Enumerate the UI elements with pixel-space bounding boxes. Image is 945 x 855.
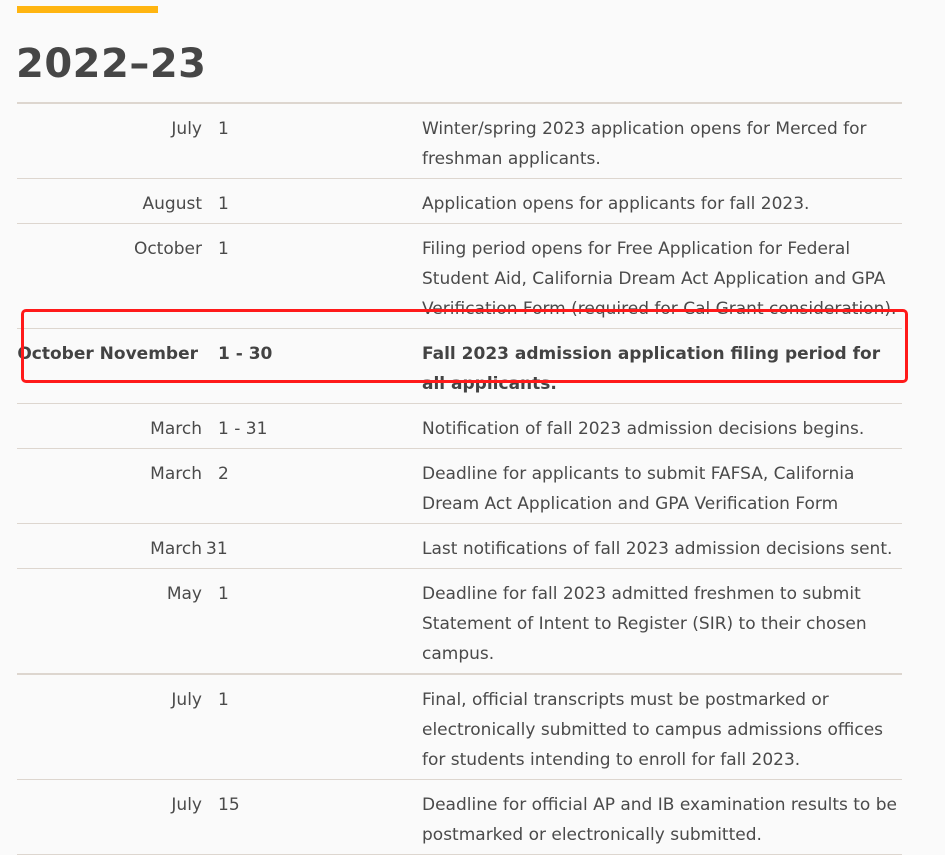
row-day: 1 xyxy=(202,568,403,675)
row-description: Application opens for applicants for fal… xyxy=(403,178,902,224)
row-month: August xyxy=(17,178,202,224)
table-row: July 1 Final, official transcripts must … xyxy=(17,674,902,780)
row-description: Deadline for official AP and IB examinat… xyxy=(403,779,902,855)
row-month: March xyxy=(17,523,202,569)
row-description: Deadline for applicants to submit FAFSA,… xyxy=(403,448,902,524)
table-row: March 2 Deadline for applicants to submi… xyxy=(17,448,902,524)
table-row: March 1 - 31 Notification of fall 2023 a… xyxy=(17,403,902,449)
row-description: Deadline for fall 2023 admitted freshmen… xyxy=(403,568,902,675)
row-description: Notification of fall 2023 admission deci… xyxy=(403,403,902,449)
table-row: May 1 Deadline for fall 2023 admitted fr… xyxy=(17,568,902,675)
row-day: 1 xyxy=(202,674,403,780)
section-title: 2022–23 xyxy=(16,41,207,87)
row-month: March xyxy=(17,448,202,524)
row-day: 15 xyxy=(202,779,403,855)
row-day: 1 xyxy=(202,104,403,179)
row-month: October November xyxy=(17,328,202,404)
row-month: May xyxy=(17,568,202,675)
row-day: 1 - 30 xyxy=(202,328,403,404)
row-description: Final, official transcripts must be post… xyxy=(403,674,902,780)
row-month: October xyxy=(17,223,202,329)
row-description: Filing period opens for Free Application… xyxy=(403,223,902,329)
row-day: 1 xyxy=(202,223,403,329)
admissions-calendar-table: July 1 Winter/spring 2023 application op… xyxy=(17,104,902,855)
row-day: 1 xyxy=(202,178,403,224)
table-row: July 1 Winter/spring 2023 application op… xyxy=(17,104,902,179)
section-accent-bar xyxy=(17,6,158,13)
row-description: Winter/spring 2023 application opens for… xyxy=(403,104,902,179)
row-month: March xyxy=(17,403,202,449)
row-description: Last notifications of fall 2023 admissio… xyxy=(403,523,902,569)
row-month: July xyxy=(17,674,202,780)
row-month: July xyxy=(17,779,202,855)
table-row-highlighted: October November 1 - 30 Fall 2023 admiss… xyxy=(17,328,902,404)
row-day: 2 xyxy=(202,448,403,524)
table-row: March 31 Last notifications of fall 2023… xyxy=(17,523,902,569)
row-description: Fall 2023 admission application filing p… xyxy=(403,328,902,404)
table-row: August 1 Application opens for applicant… xyxy=(17,178,902,224)
row-month: July xyxy=(17,104,202,179)
table-row: July 15 Deadline for official AP and IB … xyxy=(17,779,902,855)
table-row: October 1 Filing period opens for Free A… xyxy=(17,223,902,329)
row-day: 31 xyxy=(202,523,403,569)
row-day: 1 - 31 xyxy=(202,403,403,449)
